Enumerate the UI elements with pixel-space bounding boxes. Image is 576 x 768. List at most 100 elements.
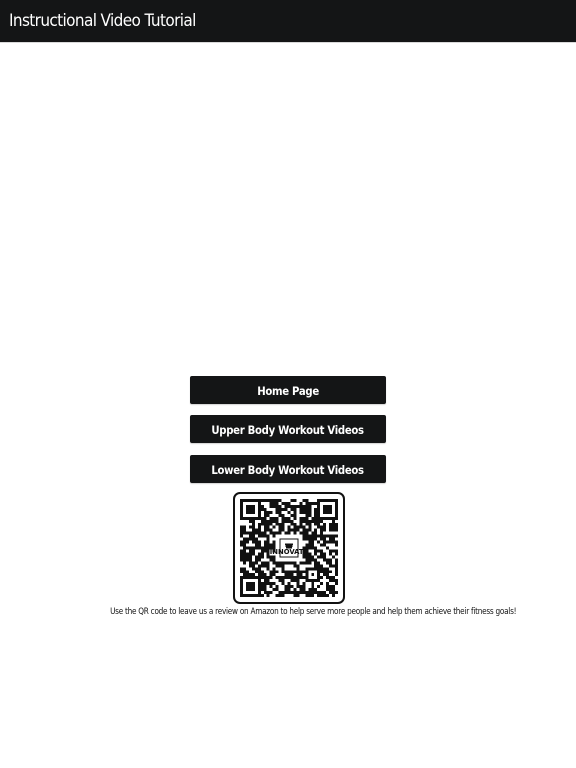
qr-code[interactable]: INNOVATE <box>233 492 345 604</box>
qr-module <box>332 549 336 553</box>
qr-module <box>254 561 258 565</box>
qr-module <box>251 537 255 541</box>
qr-module <box>290 579 294 583</box>
qr-module <box>305 510 309 514</box>
qr-module <box>323 567 327 571</box>
qr-module <box>275 519 279 523</box>
qr-module <box>266 525 270 529</box>
qr-module <box>245 546 249 550</box>
qr-module <box>311 555 315 559</box>
qr-module <box>260 549 264 553</box>
qr-module <box>242 531 246 535</box>
qr-module <box>248 546 252 550</box>
qr-module <box>269 504 273 508</box>
lower-body-workout-videos-button[interactable]: Lower Body Workout Videos <box>190 455 386 483</box>
qr-module <box>299 504 303 508</box>
qr-module <box>245 531 249 535</box>
qr-module <box>293 522 297 526</box>
qr-module <box>284 507 288 511</box>
qr-module <box>314 531 318 535</box>
qr-module <box>296 504 300 508</box>
qr-module <box>308 528 312 532</box>
qr-module <box>335 582 338 586</box>
qr-module <box>323 534 327 538</box>
qr-module <box>293 513 297 517</box>
qr-module <box>248 519 252 523</box>
qr-module <box>320 582 324 586</box>
qr-module <box>290 513 294 517</box>
upper-body-workout-videos-button[interactable]: Upper Body Workout Videos <box>190 415 386 443</box>
qr-module <box>299 588 303 592</box>
qr-module <box>251 561 255 565</box>
qr-module <box>332 564 336 568</box>
qr-module <box>326 573 330 577</box>
qr-module <box>257 564 261 568</box>
qr-module <box>275 499 279 502</box>
video-tutorial-area <box>0 43 576 365</box>
qr-module <box>305 513 309 517</box>
qr-module <box>293 507 297 511</box>
qr-module <box>260 504 264 508</box>
qr-module <box>305 528 309 532</box>
qr-module <box>323 594 327 597</box>
qr-module <box>305 519 309 523</box>
qr-module <box>293 576 297 580</box>
qr-module <box>299 591 303 595</box>
qr-module <box>257 546 261 550</box>
qr-module <box>257 528 261 532</box>
qr-module <box>320 570 324 574</box>
qr-module <box>305 522 309 526</box>
qr-module <box>248 555 252 559</box>
qr-module <box>263 591 267 595</box>
home-page-button[interactable]: Home Page <box>190 376 386 404</box>
qr-module <box>242 525 246 529</box>
qr-module <box>263 543 267 547</box>
qr-module <box>254 558 258 562</box>
qr-module <box>287 588 291 592</box>
qr-module <box>296 576 300 580</box>
qr-module <box>332 525 336 529</box>
qr-module <box>287 582 291 586</box>
qr-module <box>266 582 270 586</box>
qr-module <box>290 507 294 511</box>
qr-module <box>284 588 288 592</box>
qr-module <box>284 585 288 589</box>
qr-module <box>266 576 270 580</box>
qr-module <box>323 552 327 556</box>
qr-module <box>311 516 315 520</box>
qr-module <box>278 531 282 535</box>
qr-module <box>281 522 285 526</box>
qr-module <box>281 513 285 517</box>
qr-module <box>266 537 270 541</box>
qr-module <box>266 534 270 538</box>
qr-module <box>287 573 291 577</box>
qr-module <box>248 573 252 577</box>
qr-module <box>320 576 324 580</box>
qr-module <box>260 546 264 550</box>
qr-module <box>263 546 267 550</box>
qr-module <box>284 576 288 580</box>
qr-module <box>281 591 285 595</box>
qr-module <box>314 510 318 514</box>
qr-module <box>320 543 324 547</box>
qr-module <box>296 591 300 595</box>
qr-module <box>242 540 246 544</box>
qr-module <box>251 564 255 568</box>
qr-module <box>323 543 327 547</box>
qr-module <box>272 543 276 547</box>
qr-module <box>308 561 312 565</box>
qr-module <box>266 543 270 547</box>
qr-module <box>320 549 324 553</box>
qr-module <box>332 528 336 532</box>
qr-module <box>272 582 276 586</box>
qr-module <box>240 555 243 559</box>
qr-module <box>302 585 306 589</box>
qr-module <box>302 591 306 595</box>
qr-module <box>311 591 315 595</box>
qr-module <box>317 555 321 559</box>
qr-module <box>299 585 303 589</box>
qr-module <box>257 555 261 559</box>
qr-module <box>320 555 324 559</box>
qr-module <box>311 585 315 589</box>
qr-module <box>251 528 255 532</box>
